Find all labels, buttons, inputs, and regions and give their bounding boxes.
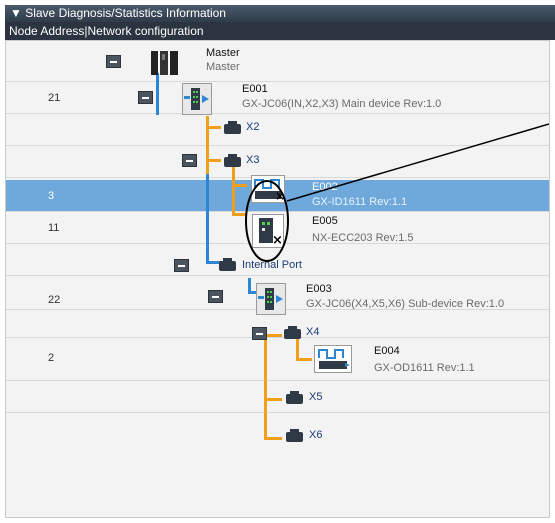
junction-slave-icon[interactable] (182, 83, 212, 115)
junction-slave-icon[interactable] (256, 283, 286, 315)
port-line (264, 437, 282, 440)
port-label[interactable]: X6 (309, 429, 322, 441)
collapse-toggle[interactable] (182, 154, 197, 167)
master-name: Master (206, 47, 240, 59)
collapse-toggle[interactable] (208, 290, 223, 303)
tree-row[interactable] (6, 381, 549, 413)
panel-title[interactable]: ▼ Slave Diagnosis/Statistics Information (5, 5, 555, 22)
device-id: E003 (306, 283, 332, 295)
port-line (232, 166, 235, 216)
device-id: E001 (242, 83, 268, 95)
node-address: 3 (48, 190, 55, 202)
collapse-toggle[interactable] (106, 55, 121, 68)
collapse-toggle[interactable] (252, 327, 267, 340)
port-line (206, 159, 221, 162)
node-address: 21 (48, 92, 61, 104)
port-icon (219, 258, 236, 271)
node-address: 22 (48, 294, 61, 306)
collapse-toggle[interactable] (138, 91, 153, 104)
column-header: Node Address|Network configuration (5, 22, 555, 40)
port-icon (224, 121, 241, 134)
port-line (206, 126, 221, 129)
port-icon (284, 326, 301, 339)
port-label[interactable]: Internal Port (242, 259, 302, 271)
network-tree: 21 3 11 22 2 Master Master E001 GX-JC06(… (5, 40, 550, 518)
device-model: GX-JC06(X4,X5,X6) Sub-device Rev:1.0 (306, 298, 505, 310)
port-line (296, 338, 299, 360)
tree-row[interactable] (6, 413, 549, 451)
port-line (206, 116, 209, 174)
collapse-toggle[interactable] (174, 259, 189, 272)
controller-icon (150, 49, 180, 77)
port-icon (286, 429, 303, 442)
master-sub: Master (206, 61, 240, 73)
port-label[interactable]: X5 (309, 391, 322, 403)
diagnosis-window: ▼ Slave Diagnosis/Statistics Information… (0, 0, 555, 523)
node-address: 11 (48, 222, 60, 234)
port-label[interactable]: X4 (306, 326, 319, 338)
port-line (296, 358, 312, 361)
tree-row-master[interactable] (6, 41, 549, 82)
callout-highlight (245, 123, 549, 262)
port-icon (286, 391, 303, 404)
port-icon (224, 154, 241, 167)
device-model: GX-JC06(IN,X2,X3) Main device Rev:1.0 (242, 98, 442, 110)
digital-output-slave-icon[interactable] (314, 345, 352, 373)
ethercat-line (156, 73, 159, 115)
port-line (264, 336, 267, 439)
node-address: 2 (48, 352, 55, 364)
tree-row[interactable]: 2 (6, 338, 549, 381)
port-line (264, 398, 282, 401)
device-model: GX-OD1611 Rev:1.1 (374, 362, 475, 374)
device-id: E004 (374, 345, 400, 357)
